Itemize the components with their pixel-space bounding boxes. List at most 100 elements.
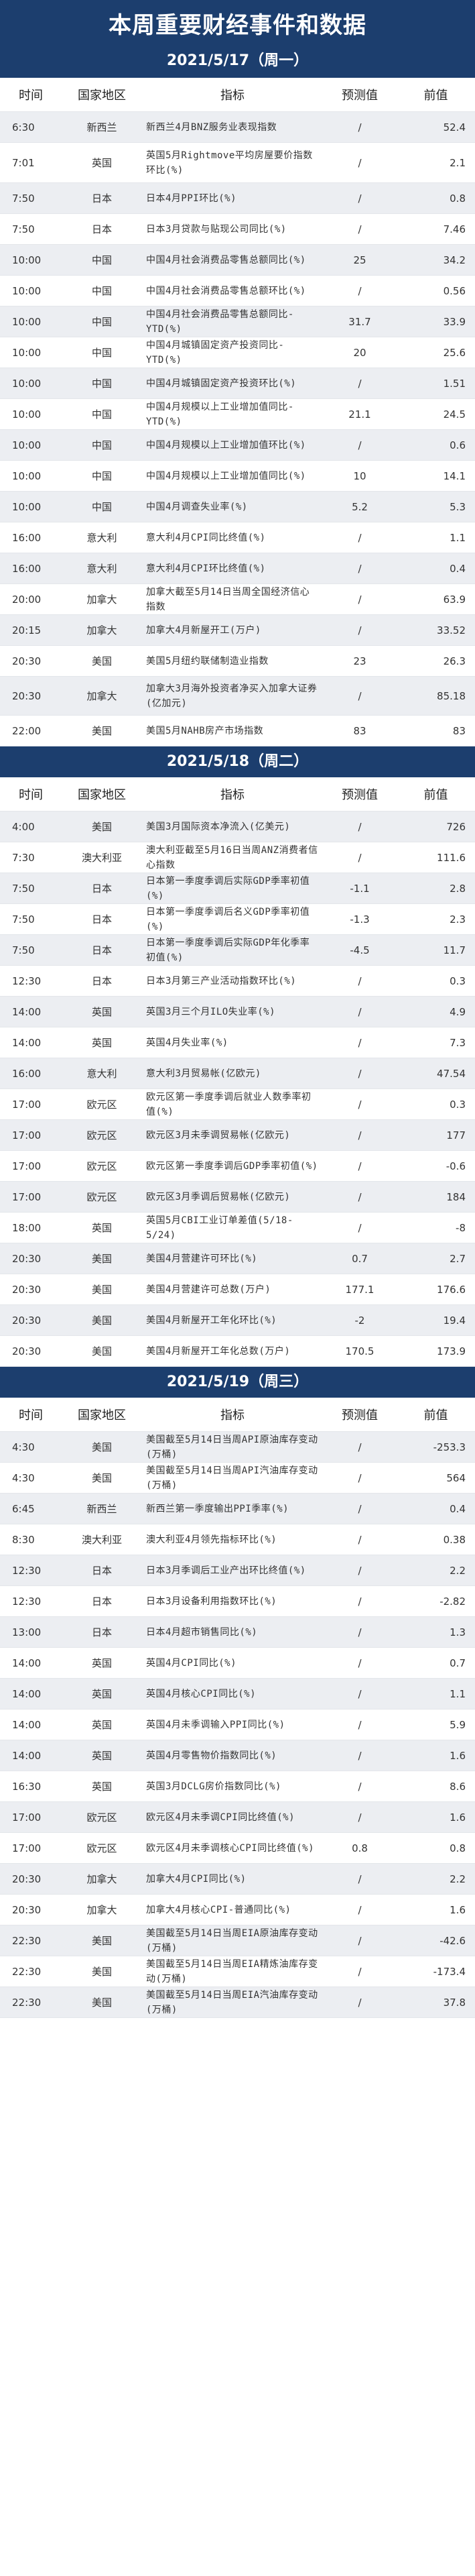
region-cell: 意大利 xyxy=(62,553,142,584)
region-cell: 加拿大 xyxy=(62,614,142,646)
time-cell: 12:30 xyxy=(0,1585,62,1617)
table-row: 20:30 加拿大 加拿大3月海外投资者净买入加拿大证券(亿加元)/85.18 xyxy=(0,676,475,716)
previous-value-cell: 19.4 xyxy=(397,1304,475,1336)
table-row: 16:00 意大利 意大利3月贸易帐(亿欧元)/47.54 xyxy=(0,1058,475,1089)
forecast-cell: 0.7 xyxy=(323,1243,397,1274)
forecast-cell: / xyxy=(323,1956,397,1987)
region-cell: 中国 xyxy=(62,244,142,276)
table-row: 22:30 美国 美国截至5月14日当周EIA精炼油库存变动(万桶) / -173.4 xyxy=(0,1956,475,1987)
previous-value-cell: -0.6 xyxy=(397,1150,475,1182)
time-cell: 6:45 xyxy=(0,1493,62,1524)
time-cell: 20:30 xyxy=(0,1304,62,1336)
time-cell: 7:50 xyxy=(0,182,62,214)
indicator-cell: 美国4月新屋开工年化总数(万户) xyxy=(142,1335,323,1367)
region-cell: 日本 xyxy=(62,182,142,214)
forecast-cell: 10 xyxy=(323,460,397,492)
previous-value-cell: 0.6 xyxy=(397,429,475,461)
indicator-cell: 欧元区4月未季调核心CPI同比终值(%) xyxy=(142,1832,323,1864)
indicator-cell: 日本3月贷款与贴现公司同比(%) xyxy=(142,213,323,245)
previous-value-cell: -2.82 xyxy=(397,1585,475,1617)
previous-value-cell: 11.7 xyxy=(397,934,475,966)
forecast-cell: 170.5 xyxy=(323,1335,397,1367)
indicator-cell: 澳大利亚4月领先指标环比(%) xyxy=(142,1524,323,1555)
time-cell: 7:50 xyxy=(0,873,62,904)
region-cell: 加拿大 xyxy=(62,1863,142,1895)
indicator-cell: 欧元区第一季度季调后GDP季率初值(%) xyxy=(142,1150,323,1182)
time-cell: 16:00 xyxy=(0,553,62,584)
table-row: 14:00 英国 英国4月CPI同比(%)/0.7 xyxy=(0,1647,475,1679)
table-row: 14:00 英国 英国3月三个月ILO失业率(%)/4.9 xyxy=(0,996,475,1027)
table-row: 14:00 英国 英国4月零售物价指数同比(%)/1.6 xyxy=(0,1740,475,1771)
indicator-cell: 美国3月国际资本净流入(亿美元) xyxy=(142,811,323,842)
table-row: 4:00 美国 美国3月国际资本净流入(亿美元)/726 xyxy=(0,811,475,842)
forecast-cell: 25 xyxy=(323,244,397,276)
forecast-cell: / xyxy=(323,142,397,183)
region-cell: 澳大利亚 xyxy=(62,842,142,873)
previous-value-cell: 177 xyxy=(397,1119,475,1151)
time-cell: 12:30 xyxy=(0,1555,62,1586)
region-cell: 日本 xyxy=(62,934,142,966)
table-row: 17:00 欧元区 欧元区第一季度季调后GDP季率初值(%) / -0.6 xyxy=(0,1150,475,1182)
indicator-header: 指标 xyxy=(142,78,323,112)
indicator-cell: 中国4月城镇固定资产投资同比-YTD(%) xyxy=(142,337,323,368)
region-cell: 美国 xyxy=(62,645,142,677)
previous-value-cell: 85.18 xyxy=(397,676,475,716)
forecast-header: 预测值 xyxy=(323,1398,397,1432)
time-cell: 22:30 xyxy=(0,1986,62,2018)
forecast-cell: / xyxy=(323,1801,397,1833)
time-cell: 16:00 xyxy=(0,1058,62,1089)
indicator-cell: 美国4月营建许可环比(%) xyxy=(142,1243,323,1274)
time-cell: 17:00 xyxy=(0,1181,62,1213)
table-row: 10:00 中国 中国4月社会消费品零售总额环比(%)/0.56 xyxy=(0,275,475,306)
region-cell: 英国 xyxy=(62,142,142,183)
previous-value-cell: 1.6 xyxy=(397,1801,475,1833)
region-cell: 英国 xyxy=(62,1678,142,1710)
forecast-cell: 20 xyxy=(323,337,397,368)
forecast-cell: 5.2 xyxy=(323,491,397,522)
table-row: 20:30 美国 美国4月营建许可环比(%) 0.7 2.7 xyxy=(0,1243,475,1274)
region-cell: 中国 xyxy=(62,398,142,430)
indicator-cell: 意大利4月CPI同比终值(%) xyxy=(142,522,323,553)
forecast-cell: / xyxy=(323,1771,397,1802)
indicator-cell: 加拿大3月海外投资者净买入加拿大证券(亿加元) xyxy=(142,676,323,716)
previous-value-cell: 0.8 xyxy=(397,1832,475,1864)
time-header: 时间 xyxy=(0,1398,62,1432)
previous-value-cell: 0.3 xyxy=(397,965,475,997)
indicator-cell: 日本第一季度季调后实际GDP季率初值(%) xyxy=(142,873,323,904)
indicator-cell: 英国4月未季调输入PPI同比(%) xyxy=(142,1709,323,1740)
table-row: 22:30 美国 美国截至5月14日当周EIA汽油库存变动(万桶)/37.8 xyxy=(0,1986,475,2018)
indicator-cell: 中国4月调查失业率(%) xyxy=(142,491,323,522)
time-cell: 17:00 xyxy=(0,1150,62,1182)
indicator-cell: 欧元区3月未季调贸易帐(亿欧元) xyxy=(142,1119,323,1151)
time-header: 时间 xyxy=(0,777,62,811)
indicator-cell: 意大利4月CPI环比终值(%) xyxy=(142,553,323,584)
region-cell: 欧元区 xyxy=(62,1119,142,1151)
day-header: 2021/5/17（周一） xyxy=(0,51,475,78)
table-row: 7:50 日本 日本第一季度季调后名义GDP季率初值(%) -1.3 2.3 xyxy=(0,903,475,935)
forecast-cell: / xyxy=(323,1925,397,1956)
indicator-cell: 日本3月第三产业活动指数环比(%) xyxy=(142,965,323,997)
time-cell: 20:30 xyxy=(0,1274,62,1305)
region-cell: 英国 xyxy=(62,1740,142,1771)
forecast-cell: / xyxy=(323,1863,397,1895)
previous-value-cell: 33.52 xyxy=(397,614,475,646)
forecast-cell: / xyxy=(323,676,397,716)
region-cell: 美国 xyxy=(62,1925,142,1956)
indicator-header: 指标 xyxy=(142,777,323,811)
table-row: 7:30 澳大利亚 澳大利亚截至5月16日当周ANZ消费者信心指数/111.6 xyxy=(0,842,475,873)
days-container: 2021/5/17（周一） 时间 国家地区 指标 预测值 前值 6:30 新西兰 新西兰4月BN… xyxy=(0,51,475,2018)
previous-value-cell: 34.2 xyxy=(397,244,475,276)
previous-value-cell: 7.3 xyxy=(397,1027,475,1058)
indicator-cell: 英国5月CBI工业订单差值(5/18-5/24) xyxy=(142,1212,323,1243)
region-cell: 中国 xyxy=(62,275,142,306)
indicator-cell: 日本3月设备利用指数环比(%) xyxy=(142,1585,323,1617)
time-cell: 17:00 xyxy=(0,1801,62,1833)
region-cell: 中国 xyxy=(62,429,142,461)
region-cell: 美国 xyxy=(62,811,142,842)
indicator-cell: 日本3月季调后工业产出环比终值(%) xyxy=(142,1555,323,1586)
indicator-cell: 加拿大截至5月14日当周全国经济信心指数 xyxy=(142,583,323,615)
indicator-cell: 英国3月三个月ILO失业率(%) xyxy=(142,996,323,1027)
table-row: 20:30 美国 美国5月纽约联储制造业指数 23 26.3 xyxy=(0,645,475,677)
table-row: 7:50 日本 日本4月PPI环比(%)/0.8 xyxy=(0,182,475,214)
forecast-cell: / xyxy=(323,842,397,873)
